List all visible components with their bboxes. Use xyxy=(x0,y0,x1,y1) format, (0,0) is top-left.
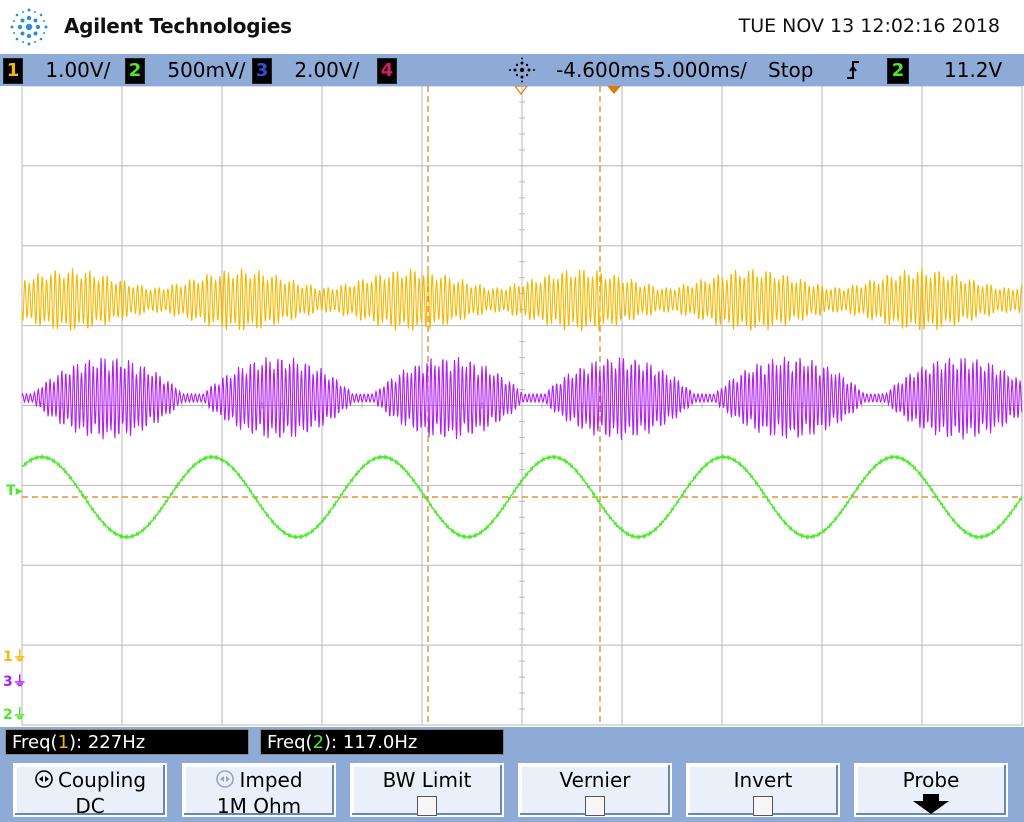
ch1-indicator: 1 xyxy=(3,58,23,84)
brand-name: Agilent Technologies xyxy=(64,14,292,38)
trigger-level[interactable]: 11.2V xyxy=(944,58,1002,82)
trigger-level-marker[interactable]: T▸ xyxy=(6,483,23,499)
agilent-logo-icon xyxy=(10,8,48,46)
run-state[interactable]: Stop xyxy=(768,58,813,82)
measurement-freq-ch1[interactable]: Freq(1): 227Hz xyxy=(5,729,249,755)
meas2-prefix: Freq( xyxy=(267,732,313,753)
arrow-down-icon xyxy=(856,792,1006,821)
softkey-bar: Coupling DC Imped 1M Ohm BW Limit Vernie… xyxy=(0,759,1024,822)
probe-label: Probe xyxy=(902,768,960,792)
waveform-graticule xyxy=(21,86,1023,726)
rotate-knob-icon-disabled xyxy=(215,769,235,794)
ch3-scale: 2.00V/ xyxy=(294,58,360,82)
ch1-ground-marker[interactable]: 1⏚ xyxy=(3,646,27,666)
measurement-freq-ch2[interactable]: Freq(2): 117.0Hz xyxy=(260,729,504,755)
waveform-display[interactable]: T▸ 1⏚ 3⏚ 2⏚ xyxy=(0,86,1024,727)
channel-status-bar: 1 1.00V/ 2 500mV/ 3 2.00V/ 4 -4.600ms 5.… xyxy=(0,54,1024,86)
coupling-value: DC xyxy=(75,794,105,818)
ch4-status[interactable]: 4 xyxy=(377,58,399,84)
ch1-scale: 1.00V/ xyxy=(45,58,111,82)
vernier-softkey[interactable]: Vernier xyxy=(518,763,672,817)
ch2-indicator: 2 xyxy=(125,58,145,84)
probe-softkey[interactable]: Probe xyxy=(854,763,1008,817)
date-time: TUE NOV 13 12:02:16 2018 xyxy=(738,15,1000,37)
meas2-value: ): 117.0Hz xyxy=(324,732,418,753)
trigger-slope-icon xyxy=(844,58,862,87)
meas1-prefix: Freq( xyxy=(12,732,58,753)
ch2-scale: 500mV/ xyxy=(167,58,246,82)
ch1-marker-label: 1 xyxy=(3,649,13,665)
ch1-status[interactable]: 1 1.00V/ xyxy=(3,58,110,84)
imped-softkey[interactable]: Imped 1M Ohm xyxy=(182,763,336,818)
coupling-label: Coupling xyxy=(57,768,147,792)
invert-softkey[interactable]: Invert xyxy=(686,763,840,817)
meas1-value: ): 227Hz xyxy=(69,732,146,753)
ch3-ground-marker[interactable]: 3⏚ xyxy=(3,671,27,691)
trigger-source-indicator: 2 xyxy=(887,58,909,84)
rotate-knob-icon xyxy=(34,769,54,794)
time-scale[interactable]: 5.000ms/ xyxy=(653,58,747,82)
trigger-source[interactable]: 2 xyxy=(887,58,911,84)
time-delay[interactable]: -4.600ms xyxy=(556,58,650,82)
ch3-marker-label: 3 xyxy=(3,674,13,690)
bw-limit-checkbox[interactable] xyxy=(417,796,437,816)
invert-checkbox[interactable] xyxy=(753,796,773,816)
ch3-indicator: 3 xyxy=(252,58,272,84)
bw-limit-label: BW Limit xyxy=(382,768,472,792)
vernier-checkbox[interactable] xyxy=(585,796,605,816)
imped-value: 1M Ohm xyxy=(216,794,302,818)
ch3-status[interactable]: 3 2.00V/ xyxy=(252,58,359,84)
coupling-softkey[interactable]: Coupling DC xyxy=(13,763,167,818)
bw-limit-softkey[interactable]: BW Limit xyxy=(350,763,504,817)
invert-label: Invert xyxy=(733,768,793,792)
ch2-ground-marker[interactable]: 2⏚ xyxy=(3,704,27,724)
ch2-status[interactable]: 2 500mV/ xyxy=(125,58,245,84)
measurement-bar: Freq(1): 227Hz Freq(2): 117.0Hz xyxy=(0,727,1024,759)
trigger-marker-label: T xyxy=(6,483,16,499)
meas2-channel: 2 xyxy=(312,732,325,753)
vernier-label: Vernier xyxy=(559,768,631,792)
meas1-channel: 1 xyxy=(57,732,70,753)
ch4-indicator: 4 xyxy=(377,58,397,84)
header-bar: Agilent Technologies TUE NOV 13 12:02:16… xyxy=(0,0,1024,54)
imped-label: Imped xyxy=(239,768,303,792)
ch2-marker-label: 2 xyxy=(3,707,13,723)
time-reference-icon xyxy=(508,57,536,88)
